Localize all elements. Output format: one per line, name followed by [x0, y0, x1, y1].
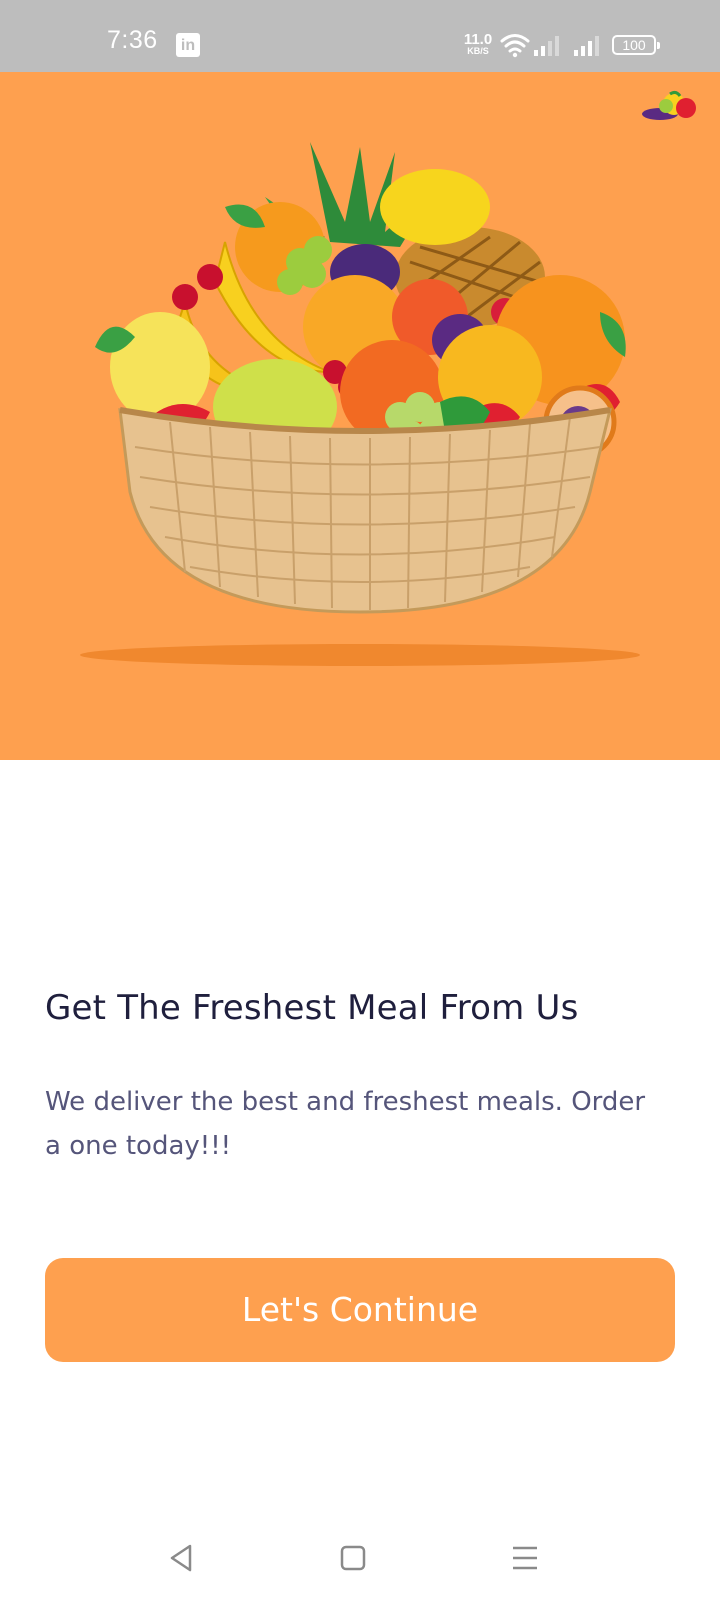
status-bar: 7:36 in 11.0 KB/S 100	[0, 0, 720, 72]
network-speed: 11.0 KB/S	[461, 32, 495, 56]
continue-button[interactable]: Let's Continue	[45, 1258, 675, 1362]
fruit-basket-illustration	[80, 142, 640, 666]
recents-icon[interactable]	[507, 1540, 543, 1576]
signal-icon	[574, 36, 599, 56]
linkedin-icon: in	[176, 33, 200, 57]
network-speed-value: 11.0	[463, 31, 493, 48]
battery-icon: 100	[612, 35, 660, 55]
page-title: Get The Freshest Meal From Us	[45, 988, 579, 1028]
network-speed-unit: KB/S	[467, 46, 489, 56]
system-nav-bar	[0, 1510, 720, 1600]
hero-banner	[0, 72, 720, 760]
page-description: We deliver the best and freshest meals. …	[45, 1087, 646, 1161]
home-icon[interactable]	[335, 1540, 371, 1576]
fruit-logo-icon	[642, 90, 696, 120]
status-time: 7:36	[107, 26, 158, 54]
back-icon[interactable]	[164, 1540, 200, 1576]
signal-icon	[534, 36, 559, 56]
wifi-icon	[500, 34, 530, 58]
